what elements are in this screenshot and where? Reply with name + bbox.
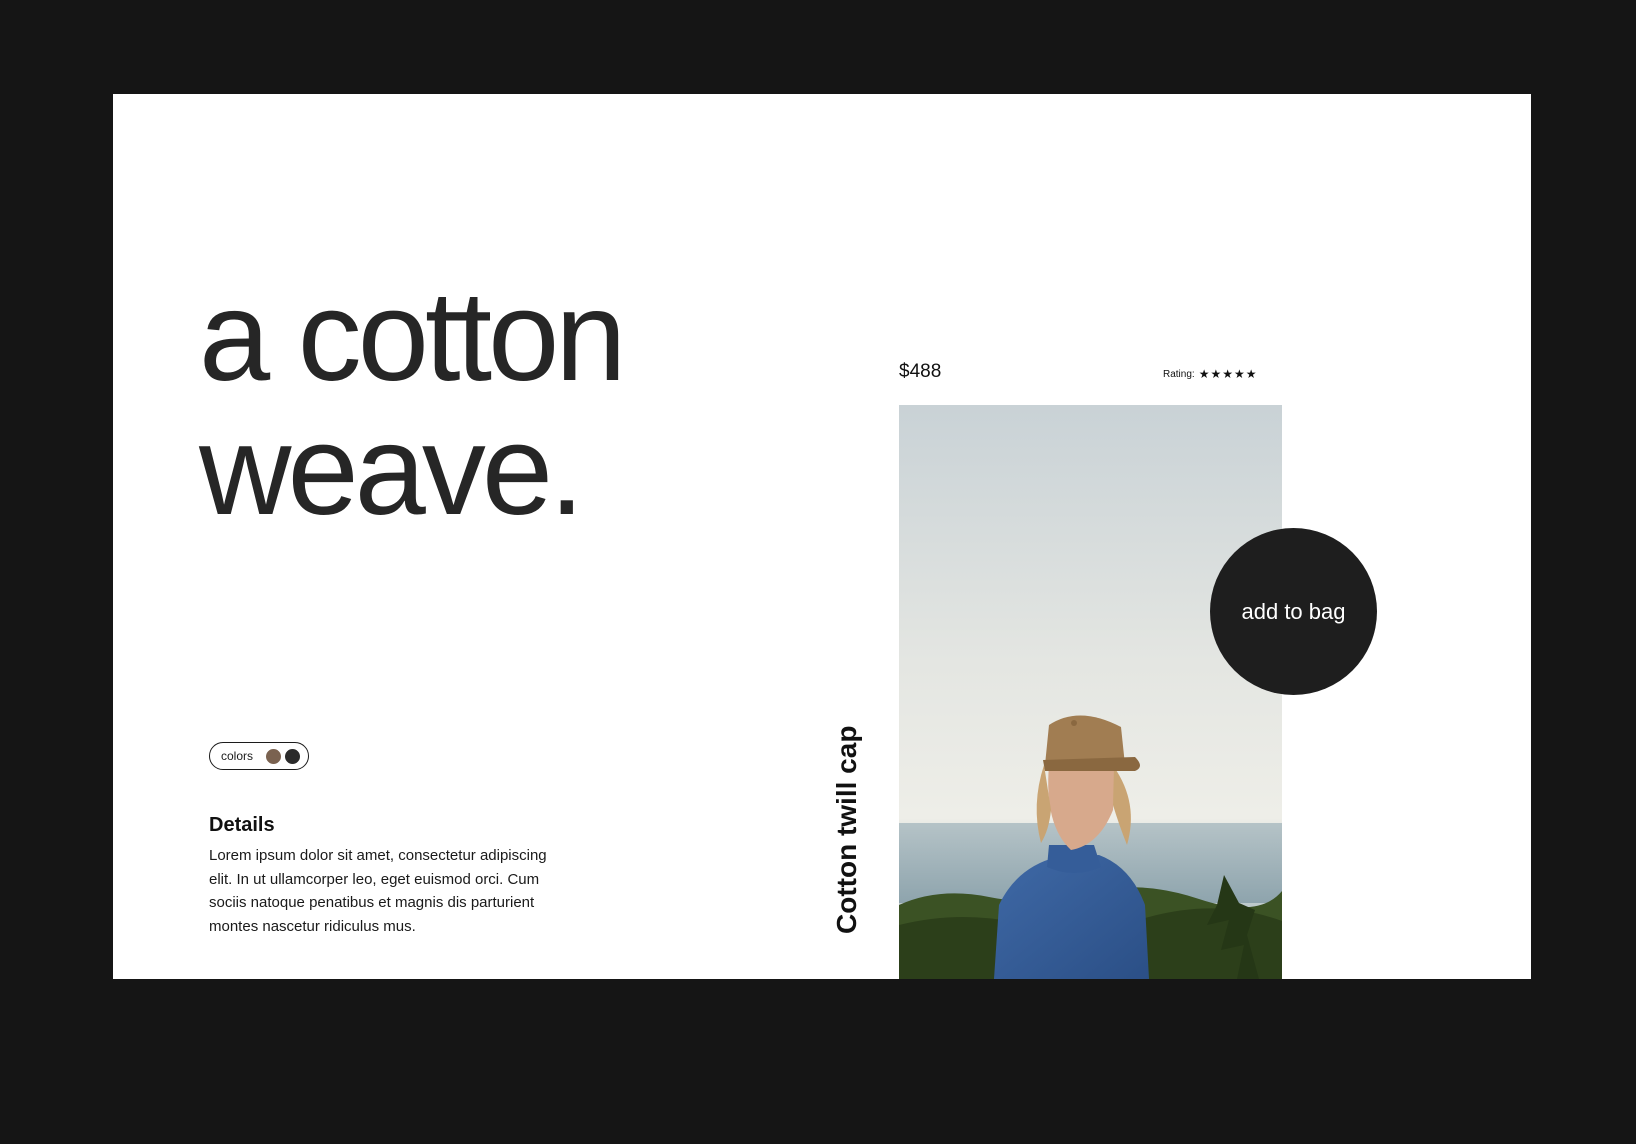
hero-line-2: weave. (199, 399, 585, 542)
product-card: a cotton weave. colors Details Lorem ips… (113, 94, 1531, 979)
product-name: Cotton twill cap (831, 725, 862, 934)
add-to-bag-button[interactable]: add to bag (1210, 528, 1377, 695)
rating-stars-icon: ★★★★★ (1198, 367, 1258, 381)
hero-line-1: a cotton (199, 265, 626, 408)
hero-headline: a cotton weave. (199, 265, 626, 542)
rating-label: Rating: (1163, 368, 1195, 380)
color-picker: colors (209, 742, 309, 770)
color-swatch-brown[interactable] (266, 748, 281, 764)
details-body: Lorem ipsum dolor sit amet, consectetur … (209, 847, 547, 935)
details-title: Details (209, 814, 275, 836)
colors-label: colors (221, 749, 254, 763)
product-price: $488 (899, 361, 942, 382)
product-rating: Rating: ★★★★★ (1163, 367, 1257, 381)
color-swatch-charcoal[interactable] (285, 748, 300, 764)
product-photo (899, 405, 1282, 979)
